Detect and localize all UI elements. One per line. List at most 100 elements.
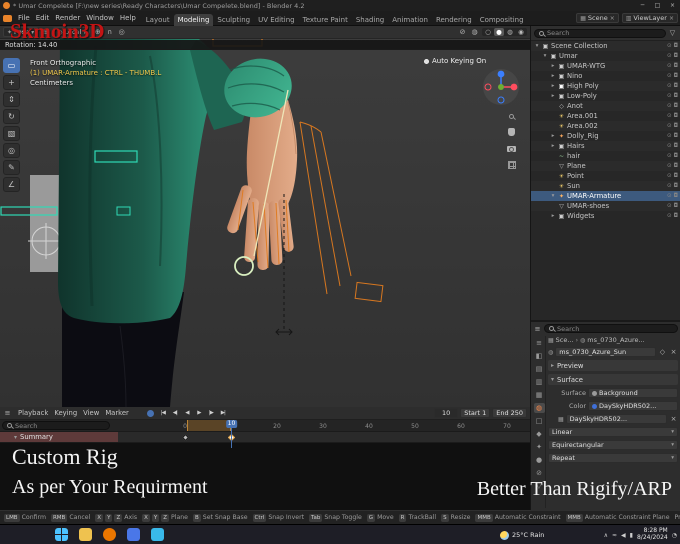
world-icon[interactable]: ◍ [548,349,553,356]
timeline-ruler[interactable]: Search 0 20 30 40 50 60 70 [0,420,530,432]
eye-icon[interactable]: ⊙ [667,213,672,219]
eye-icon[interactable]: ⊙ [667,203,672,209]
maximize-button[interactable]: □ [650,0,665,11]
properties-tab-object[interactable]: □ [534,416,545,426]
workspace-tab-uv-editing[interactable]: UV Editing [254,14,299,26]
outliner-item-point[interactable]: ☀ Point ⊙ ◘ [531,171,680,181]
eye-icon[interactable]: ⊙ [667,113,672,119]
color-texture-link[interactable]: DaySkyHDR502... [588,401,678,411]
outliner-item-umar-wtg[interactable]: ▸ ▣ UMAR-WTG ⊙ ◘ [531,61,680,71]
properties-tab-tool[interactable]: ≡ [534,338,545,348]
filter-icon[interactable]: ▽ [668,29,677,37]
overlays-icon[interactable]: ◍ [470,28,479,36]
outliner-item-scene-collection[interactable]: ▾ ▣ Scene Collection ⊙ ◘ [531,41,680,51]
interpolation-dropdown[interactable]: Linear ▾ [548,427,678,437]
camera-icon[interactable]: ◘ [674,63,678,69]
preview-section-header[interactable]: ▸ Preview [548,360,678,371]
properties-tab-render[interactable]: ◧ [534,351,545,361]
outliner-item-plane[interactable]: ▽ Plane ⊙ ◘ [531,161,680,171]
taskbar-app-file-explorer[interactable] [79,528,92,541]
breadcrumb-world[interactable]: ms_0730_Azure... [587,336,644,344]
timeline-menu-marker[interactable]: Marker [102,409,132,417]
tweak-select-tool-icon[interactable]: ▭ [3,58,20,73]
eye-icon[interactable]: ⊙ [667,93,672,99]
projection-dropdown[interactable]: Equirectangular ▾ [548,440,678,450]
scene-unlink-icon[interactable]: × [610,15,615,22]
breadcrumb-scene[interactable]: Sce... [556,336,574,344]
outliner-search[interactable]: Search [534,28,666,38]
camera-icon[interactable]: ◘ [674,203,678,209]
disclosure-icon[interactable]: ▸ [550,83,556,89]
disclosure-icon[interactable]: ▸ [550,73,556,79]
workspace-tab-shading[interactable]: Shading [352,14,388,26]
taskbar-clock[interactable]: 8:28 PM 8/24/2024 [637,527,668,542]
pan-hand-icon[interactable] [508,128,515,138]
navigation-gizmo[interactable] [482,68,520,106]
taskbar-weather[interactable]: 25°C Rain [500,525,544,544]
camera-icon[interactable]: ◘ [674,123,678,129]
disclosure-icon[interactable]: ▾ [542,53,548,59]
outliner-item-umar[interactable]: ▾ ▣ Umar ⊙ ◘ [531,51,680,61]
workspace-tab-texture-paint[interactable]: Texture Paint [299,14,352,26]
properties-tab-view-layer[interactable]: ▥ [534,377,545,387]
outliner-item-area-001[interactable]: ☀ Area.001 ⊙ ◘ [531,111,680,121]
z-axis-dot[interactable] [497,70,505,78]
workspace-tab-modeling[interactable]: Modeling [173,13,214,26]
taskbar-app-start[interactable] [55,528,68,541]
volume-icon[interactable]: ◀ [621,532,626,539]
eye-icon[interactable]: ⊙ [667,43,672,49]
outliner-item-low-poly[interactable]: ▸ ▣ Low-Poly ⊙ ◘ [531,91,680,101]
surface-section-header[interactable]: ▾ Surface [548,374,678,385]
properties-tab-particles[interactable]: ✦ [534,442,545,452]
move-tool-icon[interactable]: ⇕ [3,92,20,107]
timeline-menu-view[interactable]: View [80,409,102,417]
workspace-tab-animation[interactable]: Animation [388,14,432,26]
outliner-item-high-poly[interactable]: ▸ ▣ High Poly ⊙ ◘ [531,81,680,91]
show-gizmo-icon[interactable]: ⊘ [458,28,467,36]
eye-icon[interactable]: ⊙ [667,193,672,199]
image-name-field[interactable]: DaySkyHDR502... [565,414,667,424]
jump-to-end-button[interactable]: ▶| [218,410,228,416]
close-button[interactable]: × [665,0,680,11]
timeline-menu-playback[interactable]: Playback [15,409,51,417]
hidden-icons-chevron[interactable]: ∧ [604,532,608,539]
camera-icon[interactable]: ◘ [674,173,678,179]
outliner-item-area-002[interactable]: ☀ Area.002 ⊙ ◘ [531,121,680,131]
viewlayer-unlink-icon[interactable]: × [669,15,674,22]
eye-icon[interactable]: ⊙ [667,163,672,169]
eye-icon[interactable]: ⊙ [667,153,672,159]
properties-tab-constraints[interactable]: ⊘ [534,468,545,478]
next-keyframe-button[interactable]: |▶ [206,410,216,416]
surface-type-dropdown[interactable]: Background [588,388,678,398]
outliner-item-widgets[interactable]: ▸ ▣ Widgets ⊙ ◘ [531,211,680,221]
eye-icon[interactable]: ⊙ [667,173,672,179]
camera-icon[interactable]: ◘ [674,133,678,139]
disclosure-icon[interactable]: ▾ [534,43,540,49]
cursor-tool-icon[interactable]: + [3,75,20,90]
scale-tool-icon[interactable]: ▧ [3,126,20,141]
eye-icon[interactable]: ⊙ [667,73,672,79]
camera-icon[interactable]: ◘ [674,73,678,79]
summary-channel-row[interactable]: ▾ Summary [0,432,530,443]
properties-tab-scene[interactable]: ▦ [534,390,545,400]
outliner-item-umar-shoes[interactable]: ▽ UMAR-shoes ⊙ ◘ [531,201,680,211]
playhead[interactable]: 10 [225,420,238,448]
workspace-tab-compositing[interactable]: Compositing [476,14,528,26]
viewlayer-selector[interactable]: ▥ ViewLayer × [621,13,678,23]
camera-view-icon[interactable] [507,145,516,154]
taskbar-app-app-4[interactable] [127,528,140,541]
disclosure-icon[interactable]: ▸ [550,63,556,69]
camera-icon[interactable]: ◘ [674,43,678,49]
properties-tab-modifiers[interactable]: ◆ [534,429,545,439]
workspace-tab-sculpting[interactable]: Sculpting [213,14,254,26]
camera-icon[interactable]: ◘ [674,83,678,89]
grid-ortho-icon[interactable] [507,161,516,171]
zoom-icon[interactable] [509,112,514,121]
menu-help[interactable]: Help [117,14,139,22]
minimize-button[interactable]: ─ [635,0,650,11]
properties-search[interactable]: Search [544,324,678,333]
rendered-shading-icon[interactable]: ◉ [516,28,526,36]
eye-icon[interactable]: ⊙ [667,103,672,109]
properties-menu-icon[interactable]: ≡ [533,325,542,333]
disclosure-icon[interactable]: ▸ [550,93,556,99]
